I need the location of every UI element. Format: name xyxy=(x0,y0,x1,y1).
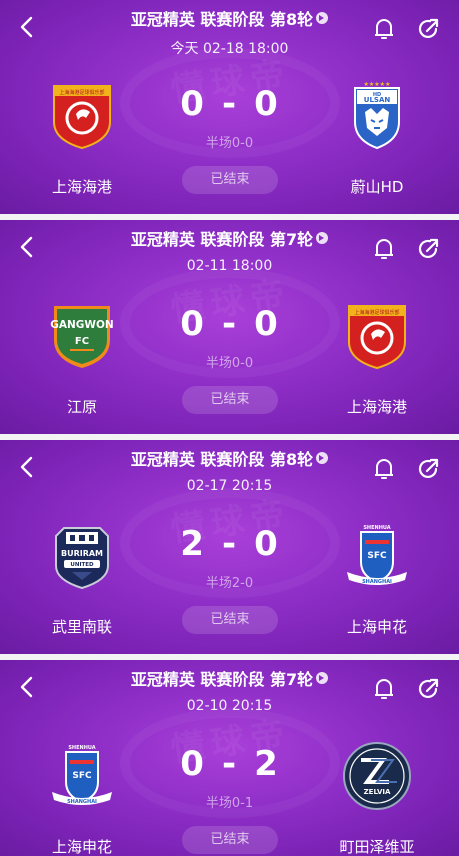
svg-text:SFC: SFC xyxy=(367,551,387,561)
halftime-score: 半场0-1 xyxy=(205,796,254,811)
svg-text:SFC: SFC xyxy=(72,771,92,781)
svg-text:上海海港足球俱乐部: 上海海港足球俱乐部 xyxy=(59,89,104,96)
svg-text:GANGWON: GANGWON xyxy=(50,319,113,331)
kickoff-time: 02-11 18:00 xyxy=(186,258,273,274)
score-dash: - xyxy=(221,84,239,124)
halftime-score: 半场2-0 xyxy=(205,576,254,591)
svg-text:SHENHUA: SHENHUA xyxy=(68,745,95,751)
score: 0-0 xyxy=(150,304,310,344)
match-card[interactable]: 懂球帝 亚冠精英 联赛阶段 第7轮 02-11 18:00 GANGWON FC… xyxy=(0,220,459,434)
score-dash: - xyxy=(221,524,239,564)
svg-text:上海海港足球俱乐部: 上海海港足球俱乐部 xyxy=(354,309,399,316)
competition-round: 亚冠精英 联赛阶段 第8轮 xyxy=(130,10,314,29)
svg-text:ULSAN: ULSAN xyxy=(364,96,391,104)
kickoff-time: 02-17 20:15 xyxy=(186,478,273,494)
home-team-name[interactable]: 武里南联 xyxy=(12,616,152,637)
chevron-right-icon xyxy=(316,672,329,684)
away-team-name[interactable]: 上海申花 xyxy=(307,616,447,637)
kickoff-time: 02-10 20:15 xyxy=(186,698,273,714)
home-team-name[interactable]: 上海海港 xyxy=(12,176,152,197)
chevron-right-icon xyxy=(316,232,329,244)
svg-text:BURIRAM: BURIRAM xyxy=(61,549,103,558)
away-team-name[interactable]: 蔚山HD xyxy=(307,176,447,197)
away-score: 0 xyxy=(254,84,280,124)
away-team-name[interactable]: 町田泽维亚 xyxy=(307,836,447,856)
away-score: 0 xyxy=(254,304,280,344)
score-dash: - xyxy=(221,304,239,344)
svg-text:UNITED: UNITED xyxy=(70,562,94,568)
halftime-score: 半场0-0 xyxy=(205,356,254,371)
svg-text:FC: FC xyxy=(75,336,89,347)
match-card[interactable]: 懂球帝 亚冠精英 联赛阶段 第8轮 今天 02-18 18:00 上海海港足球俱… xyxy=(0,0,459,214)
kickoff-time: 今天 02-18 18:00 xyxy=(170,41,289,57)
home-score: 0 xyxy=(180,744,206,784)
home-team-name[interactable]: 江原 xyxy=(12,396,152,417)
match-status-badge: 已结束 xyxy=(182,386,278,414)
home-score: 0 xyxy=(180,84,206,124)
away-score: 2 xyxy=(254,744,280,784)
match-status-badge: 已结束 xyxy=(182,826,278,854)
match-card[interactable]: 懂球帝 亚冠精英 联赛阶段 第8轮 02-17 20:15 BURIRAM UN… xyxy=(0,440,459,654)
away-team-name[interactable]: 上海海港 xyxy=(307,396,447,417)
competition-round: 亚冠精英 联赛阶段 第7轮 xyxy=(130,230,314,249)
match-status-badge: 已结束 xyxy=(182,606,278,634)
competition-round: 亚冠精英 联赛阶段 第7轮 xyxy=(130,670,314,689)
away-score: 0 xyxy=(254,524,280,564)
score: 0-2 xyxy=(150,744,310,784)
score-dash: - xyxy=(221,744,239,784)
score: 2-0 xyxy=(150,524,310,564)
match-card[interactable]: 懂球帝 亚冠精英 联赛阶段 第7轮 02-10 20:15 SHENHUA SF… xyxy=(0,660,459,856)
svg-text:★★★★★: ★★★★★ xyxy=(364,81,391,88)
match-status-badge: 已结束 xyxy=(182,166,278,194)
chevron-right-icon xyxy=(316,452,329,464)
home-score: 2 xyxy=(180,524,206,564)
chevron-right-icon xyxy=(316,12,329,24)
halftime-score: 半场0-0 xyxy=(205,136,254,151)
svg-text:SHENHUA: SHENHUA xyxy=(363,525,390,531)
score: 0-0 xyxy=(150,84,310,124)
home-team-name[interactable]: 上海申花 xyxy=(12,836,152,856)
competition-round: 亚冠精英 联赛阶段 第8轮 xyxy=(130,450,314,469)
home-score: 0 xyxy=(180,304,206,344)
